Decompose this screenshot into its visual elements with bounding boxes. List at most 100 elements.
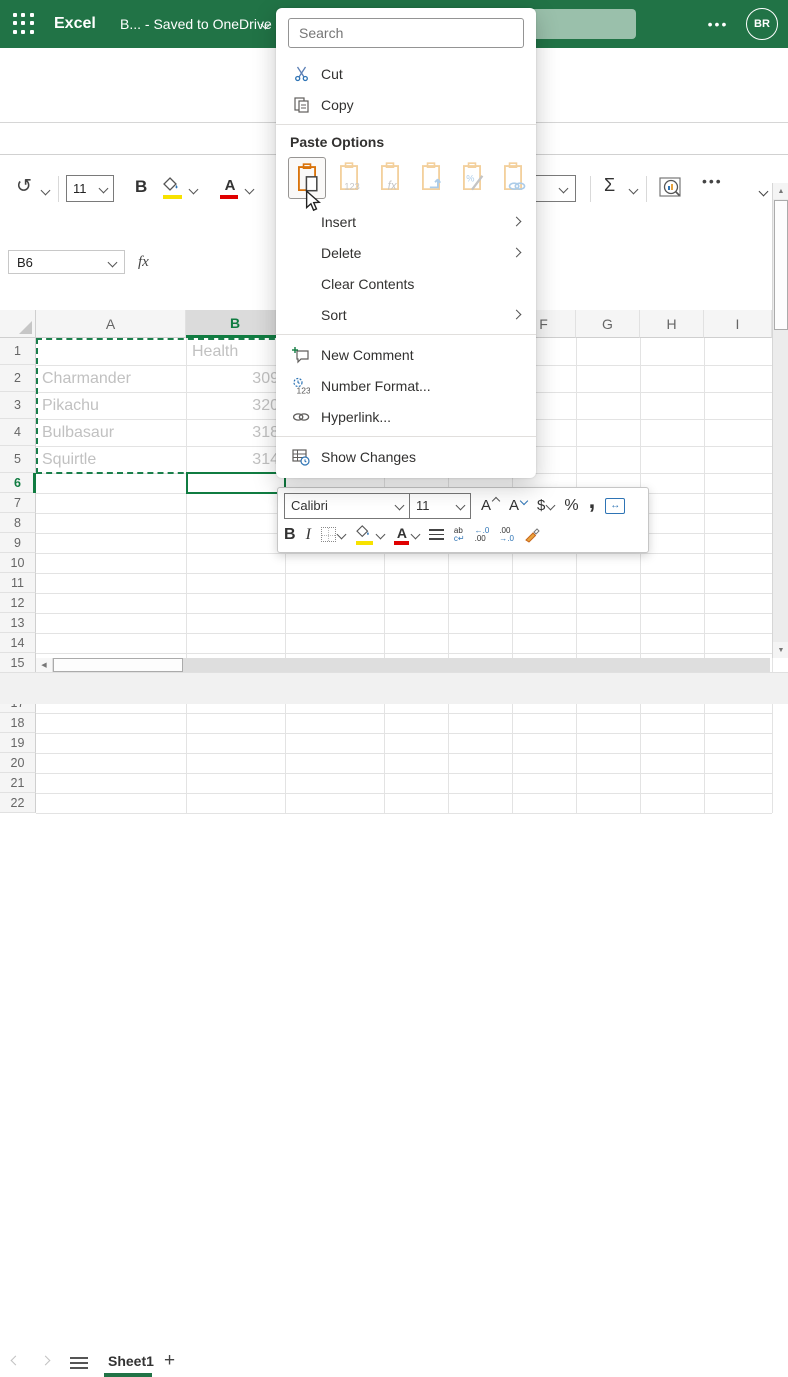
increase-decimal-button[interactable]: .00 →.0 [499,526,514,543]
menu-item-sort[interactable]: Sort [276,299,536,330]
grid-line-horizontal [36,573,772,574]
shrink-font-letter: A [509,497,520,514]
document-title[interactable]: B... - Saved to OneDrive [120,0,272,48]
app-launcher-icon[interactable] [13,13,35,35]
row-header-4[interactable]: 4 [0,419,36,446]
active-cell-border[interactable] [186,472,286,494]
row-header-19[interactable]: 19 [0,733,36,753]
menu-item-copy[interactable]: Copy [276,89,536,120]
row-header-13[interactable]: 13 [0,613,36,633]
avatar[interactable]: BR [746,8,778,40]
column-header-I[interactable]: I [704,310,772,338]
paste-transpose-icon [422,162,441,191]
accounting-format-button[interactable]: $ [537,497,556,514]
menu-item-hyperlink[interactable]: Hyperlink... [276,401,536,432]
svg-text:123: 123 [344,182,359,192]
app-name: Excel [54,15,96,32]
comma-style-button[interactable]: , [589,488,596,512]
font-name-chevron-icon [394,500,405,511]
row-header-12[interactable]: 12 [0,593,36,613]
paste-formulas-button[interactable]: fx [372,157,408,197]
row-header-18[interactable]: 18 [0,713,36,733]
titlebar-overflow-button[interactable]: ••• [703,0,733,48]
column-header-A[interactable]: A [36,310,186,338]
row-header-15[interactable]: 15 [0,653,36,673]
all-sheets-menu-icon[interactable] [70,1354,88,1372]
select-all-button[interactable] [0,310,36,338]
row-header-8[interactable]: 8 [0,513,36,533]
bold-button-mini[interactable]: B [284,526,296,544]
borders-button[interactable] [320,527,347,542]
vertical-scroll-thumb[interactable] [774,200,788,330]
row-header-5[interactable]: 5 [0,446,36,473]
scroll-left-button[interactable]: ◀ [36,658,52,672]
menu-item-label: New Comment [321,346,414,363]
grid-line-horizontal [36,733,772,734]
prev-sheet-chevron-icon[interactable] [10,1355,21,1366]
row-header-1[interactable]: 1 [0,338,36,365]
horizontal-scrollbar[interactable]: ◀ [36,658,770,672]
row-header-9[interactable]: 9 [0,533,36,553]
row-header-2[interactable]: 2 [0,365,36,392]
column-header-B[interactable]: B [186,310,285,338]
row-header-7[interactable]: 7 [0,493,36,513]
format-painter-button[interactable] [524,527,541,543]
select-all-triangle-icon [19,321,32,334]
menu-item-label: Hyperlink... [321,408,392,425]
row-header-3[interactable]: 3 [0,392,36,419]
paste-transpose-button[interactable] [413,157,449,197]
next-sheet-chevron-icon[interactable] [40,1355,51,1366]
font-size-dropdown-mini[interactable]: 11 [410,494,470,518]
shrink-font-button[interactable]: A [509,496,529,514]
percent-style-button[interactable]: % [564,497,578,515]
merge-arrows-icon: ↔ [610,500,621,511]
borders-chevron-icon [336,529,347,540]
row-header-20[interactable]: 20 [0,753,36,773]
menu-item-new-comment[interactable]: New Comment [276,339,536,370]
sheet-tab-sheet1[interactable]: Sheet1 [100,1345,162,1376]
decrease-decimal-icon: ←.0.00 [474,525,490,543]
mouse-cursor [303,189,323,217]
menu-item-show-changes[interactable]: Show Changes [276,441,536,472]
align-button[interactable] [428,527,444,542]
italic-button-mini[interactable]: I [306,526,311,544]
menu-item-delete[interactable]: Delete [276,237,536,268]
menu-item-cut[interactable]: Cut [276,58,536,89]
row-header-22[interactable]: 22 [0,793,36,813]
row-header-21[interactable]: 21 [0,773,36,793]
paste-options-header: Paste Options [290,134,385,150]
italic-letter: I [305,525,311,543]
scroll-down-button[interactable]: ▼ [773,642,788,658]
row-header-11[interactable]: 11 [0,573,36,593]
scroll-up-button[interactable]: ▲ [773,183,788,199]
number-format-icon: 123 [290,377,312,395]
wrap-text-button[interactable]: ab c↵ [454,526,465,543]
fill-color-button-mini[interactable] [355,524,386,545]
merge-cells-button[interactable]: ↔ [605,497,626,514]
grid-line-horizontal [36,713,772,714]
horizontal-scroll-thumb[interactable] [53,658,183,672]
decrease-decimal-button[interactable]: ←.0.00 [474,525,490,543]
paste-values-button[interactable]: 123 [331,157,367,197]
add-sheet-button[interactable]: + [164,1345,175,1376]
active-sheet-underline [104,1373,152,1377]
paste-formatting-button[interactable]: % [454,157,490,197]
grid-line-horizontal [36,653,772,654]
grow-font-button[interactable]: A [481,496,501,514]
font-size-value: 11 [416,498,430,513]
menu-item-label: Delete [321,244,362,261]
grid-line-horizontal [36,813,772,814]
menu-item-clear-contents[interactable]: Clear Contents [276,268,536,299]
row-header-6[interactable]: 6 [0,473,36,493]
paste-link-button[interactable] [495,157,531,197]
vertical-scrollbar[interactable]: ▲ ▼ [772,183,788,658]
row-header-10[interactable]: 10 [0,553,36,573]
column-header-H[interactable]: H [640,310,704,338]
row-header-14[interactable]: 14 [0,633,36,653]
menu-item-number-format[interactable]: 123 Number Format... [276,370,536,401]
font-color-button-mini[interactable]: A [393,525,421,545]
context-menu-search-input[interactable] [288,18,524,48]
menu-item-label: Number Format... [321,377,431,394]
font-name-dropdown[interactable]: Calibri [285,493,410,518]
column-header-G[interactable]: G [576,310,640,338]
